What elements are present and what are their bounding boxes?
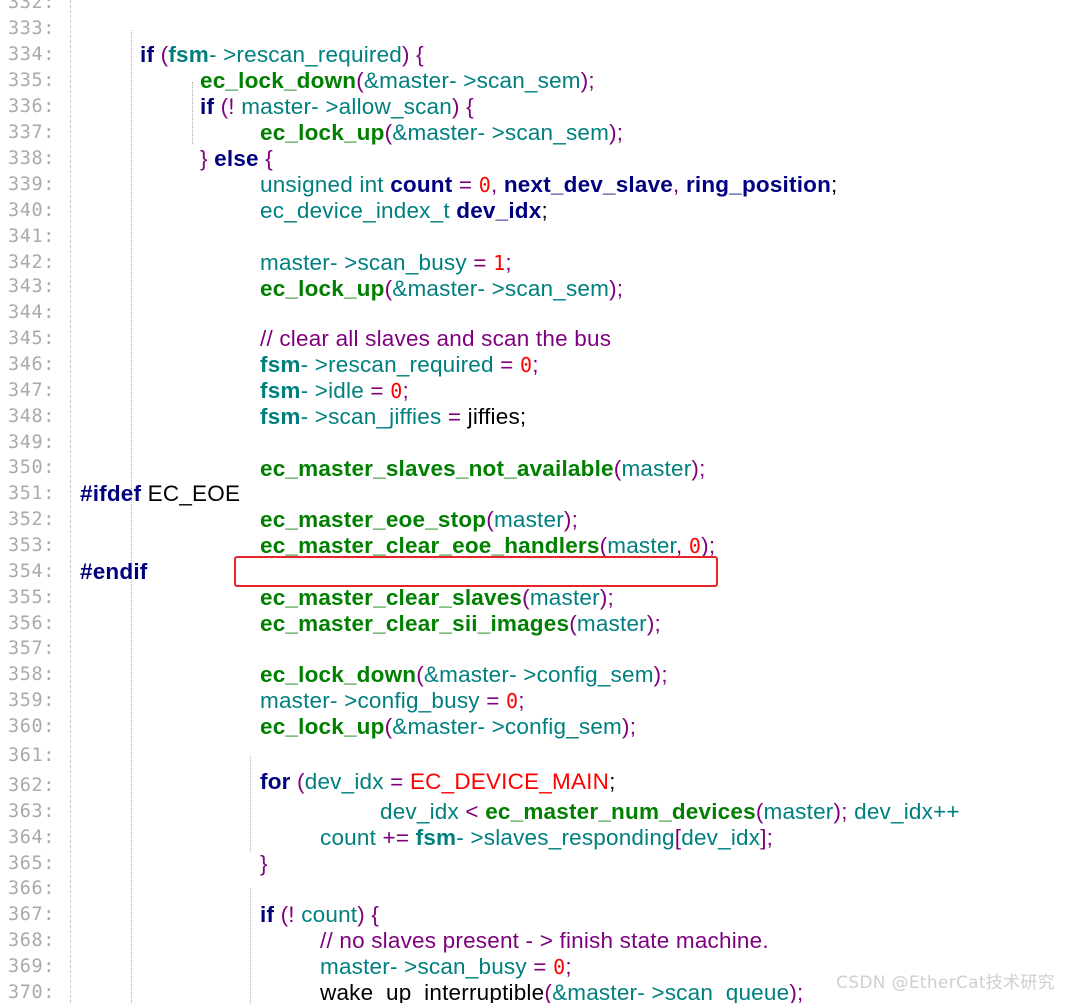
indent-guide [250,888,251,1003]
code-line-355: ec_master_clear_sii_images(master); [260,611,662,636]
indent-guide [250,756,251,851]
code-line-370: ec_fsm_master_restart(fsm); [0,980,26,1003]
code-line-339: ec_device_index_t dev_idx; [260,198,548,223]
code-line-334: ec_lock_down(&master- >scan_sem); [200,68,595,93]
watermark: CSDN @EtherCat技术研究 [836,973,1055,993]
indent-guide [192,82,193,144]
code-line-350: #ifdef EC_EOE [80,481,241,506]
code-line-354: ec_master_clear_slaves(master); [260,585,614,610]
code-line-333: if (fsm- >rescan_required) { [140,42,424,67]
code-line-364: } [260,851,268,876]
code-line-347: fsm- >scan_jiffies = jiffies; [260,404,527,429]
code-line-359: ec_lock_up(&master- >config_sem); [260,714,637,739]
code-line-368: master- >scan_busy = 0; [320,954,572,979]
line-number: 332: [8,0,55,13]
code-line-344: // clear all slaves and scan the bus [260,326,612,351]
code-line-358: master- >config_busy = 0; [260,688,525,713]
code-line-341: master- >scan_busy = 1; [260,250,512,275]
code-line-342: ec_lock_up(&master- >scan_sem); [260,276,624,301]
code-line-366: if (! count) { [260,902,380,927]
code-line-336: ec_lock_up(&master- >scan_sem); [260,120,624,145]
code-line-357: ec_lock_down(&master- >config_sem); [260,662,668,687]
code-line-346: fsm- >idle = 0; [260,378,409,403]
indent-guide [131,30,132,1003]
code-line-363: count += fsm- >slaves_responding[dev_idx… [320,825,774,850]
code-line-349: ec_master_slaves_not_available(master); [260,456,706,481]
gutter-divider [70,0,71,1003]
code-line-337: } else { [200,146,273,171]
code-line-352: ec_master_clear_eoe_handlers(master, 0); [260,533,716,558]
code-line-353: #endif [80,559,148,584]
code-line-351: ec_master_eoe_stop(master); [260,507,579,532]
code-line-367: // no slaves present - > finish state ma… [320,928,769,953]
code-line-345: fsm- >rescan_required = 0; [260,352,539,377]
code-line-338: unsigned int count = 0, next_dev_slave, … [260,172,838,197]
code-editor[interactable]: 332: 333: 334: 335: 336: 337: 338: 339: 340: 341:… [0,0,1069,1003]
code-line-362: dev_idx < ec_master_num_devices(master);… [380,799,960,824]
code-line-361: for (dev_idx = EC_DEVICE_MAIN; [260,769,616,794]
highlight-box [234,556,718,587]
code-line-335: if (! master- >allow_scan) { [200,94,474,119]
code-line-369: wake_up_interruptible(&master- >scan_que… [320,980,804,1003]
